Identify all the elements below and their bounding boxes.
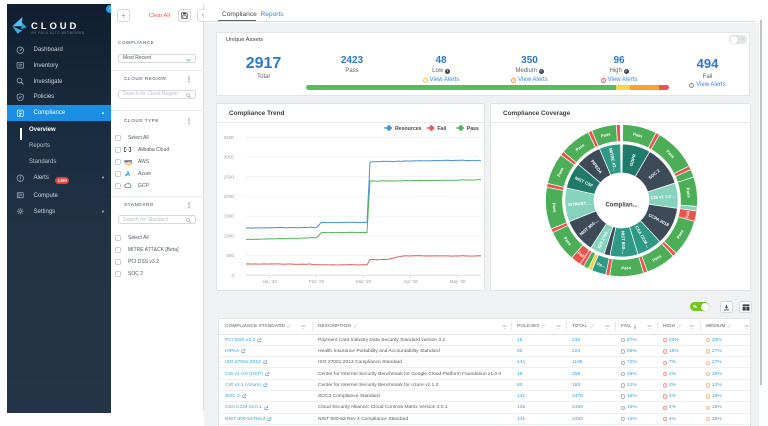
svg-text:2000: 2000 [224,194,235,199]
svg-text:2500: 2500 [224,174,235,179]
svg-text:1000: 1000 [224,233,235,238]
svg-text:500: 500 [226,253,234,258]
svg-text:1500: 1500 [224,214,235,219]
svg-text:Feb '20: Feb '20 [309,279,325,284]
svg-text:Apr '20: Apr '20 [403,279,418,284]
svg-text:May '20: May '20 [450,279,466,284]
svg-text:3000: 3000 [224,155,235,160]
svg-text:Complian...: Complian... [605,203,638,209]
svg-text:aws: aws [124,158,132,163]
svg-text:Mar '20: Mar '20 [356,279,372,284]
svg-text:NIST 800-...: NIST 800-... [620,231,626,254]
svg-text:Pass: Pass [621,265,632,271]
svg-text:0: 0 [231,273,234,278]
svg-text:Fail: Fail [437,126,446,132]
svg-text:3500: 3500 [224,135,235,140]
svg-text:Pass: Pass [467,126,479,132]
svg-text:Resources: Resources [395,126,422,132]
svg-text:Jan '20: Jan '20 [262,279,277,284]
